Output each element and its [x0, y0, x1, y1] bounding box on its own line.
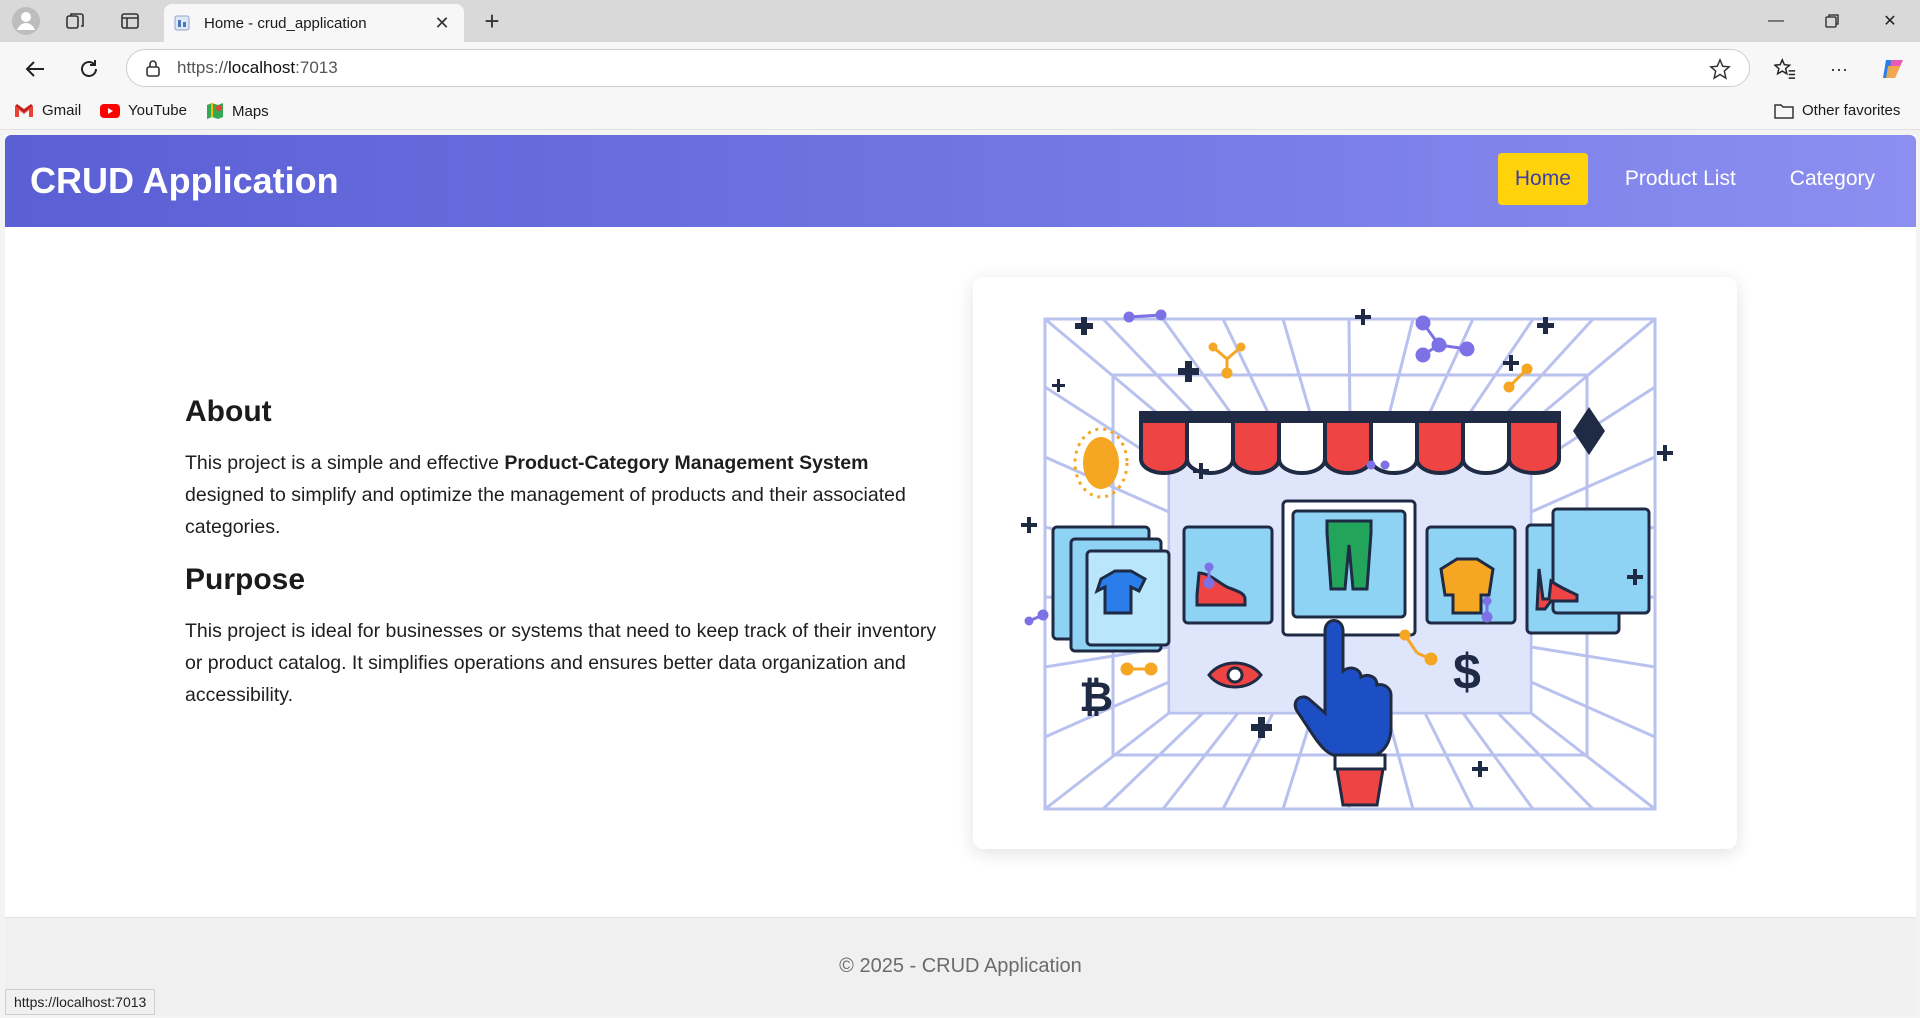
- tab-close-icon[interactable]: ✕: [430, 13, 454, 34]
- nav-links: Home Product List Category: [1478, 153, 1892, 205]
- web-page: CRUD Application Home Product List Categ…: [5, 135, 1916, 1015]
- favorite-star-icon[interactable]: [1709, 58, 1731, 80]
- main-content: About This project is a simple and effec…: [185, 395, 945, 731]
- bookmark-label: YouTube: [128, 102, 187, 119]
- bookmark-youtube[interactable]: YouTube: [100, 102, 187, 119]
- purpose-heading: Purpose: [185, 563, 306, 596]
- back-icon[interactable]: [18, 52, 52, 86]
- hero-image-card: $ ₿: [973, 277, 1737, 849]
- url-port: :7013: [295, 58, 338, 77]
- vertical-tabs-icon[interactable]: [114, 6, 146, 36]
- url-scheme: https://: [177, 58, 229, 77]
- address-bar-row: https://localhost:7013 ···: [0, 42, 1920, 94]
- bookmark-gmail[interactable]: Gmail: [14, 102, 81, 119]
- nav-link-home[interactable]: Home: [1497, 153, 1588, 205]
- brand-title[interactable]: CRUD Application: [30, 160, 339, 202]
- minimize-icon[interactable]: —: [1748, 0, 1804, 42]
- svg-text:₿: ₿: [1079, 673, 1113, 720]
- online-store-illustration: $ ₿: [1021, 309, 1673, 811]
- bookmark-label: Gmail: [42, 102, 82, 119]
- close-window-icon[interactable]: ✕: [1862, 0, 1918, 42]
- footer: © 2025 - CRUD Application: [5, 917, 1916, 1015]
- youtube-icon: [100, 103, 120, 118]
- maps-icon: [206, 102, 224, 120]
- bookmarks-bar: Gmail YouTube Maps Other favorites: [0, 94, 1920, 130]
- copilot-icon[interactable]: [1876, 52, 1910, 86]
- about-bold-text: Product-Category Management System: [504, 452, 869, 474]
- navbar: CRUD Application Home Product List Categ…: [5, 135, 1916, 227]
- tab-title: Home - crud_application: [204, 14, 367, 32]
- other-favorites[interactable]: Other favorites: [1774, 102, 1900, 119]
- about-heading: About: [185, 395, 272, 428]
- workspaces-icon[interactable]: [60, 6, 92, 36]
- lock-icon[interactable]: [145, 59, 161, 77]
- other-favorites-label: Other favorites: [1802, 102, 1901, 119]
- url-host: localhost: [228, 58, 296, 77]
- purpose-text: This project is ideal for businesses or …: [185, 620, 937, 706]
- gmail-icon: [14, 103, 34, 119]
- nav-link-product-list[interactable]: Product List: [1608, 153, 1753, 205]
- more-menu-icon[interactable]: ···: [1822, 52, 1856, 86]
- page-favicon-icon: [174, 15, 190, 31]
- new-tab-icon[interactable]: +: [476, 6, 508, 36]
- active-tab[interactable]: Home - crud_application ✕: [164, 4, 464, 42]
- url-input[interactable]: https://localhost:7013: [126, 49, 1750, 87]
- profile-icon[interactable]: [10, 6, 42, 36]
- refresh-icon[interactable]: [72, 52, 106, 86]
- footer-text: © 2025 - CRUD Application: [839, 955, 1082, 977]
- restore-icon[interactable]: [1804, 0, 1860, 42]
- folder-icon: [1774, 103, 1794, 119]
- about-text: This project is a simple and effective P…: [185, 452, 906, 538]
- svg-text:$: $: [1453, 644, 1481, 700]
- status-url-tooltip: https://localhost:7013: [5, 989, 156, 1015]
- favorites-icon[interactable]: [1768, 52, 1802, 86]
- bookmark-label: Maps: [232, 102, 269, 120]
- bookmark-maps[interactable]: Maps: [206, 102, 269, 120]
- nav-link-category[interactable]: Category: [1773, 153, 1892, 205]
- tab-bar: Home - crud_application ✕ + — ✕: [0, 0, 1920, 42]
